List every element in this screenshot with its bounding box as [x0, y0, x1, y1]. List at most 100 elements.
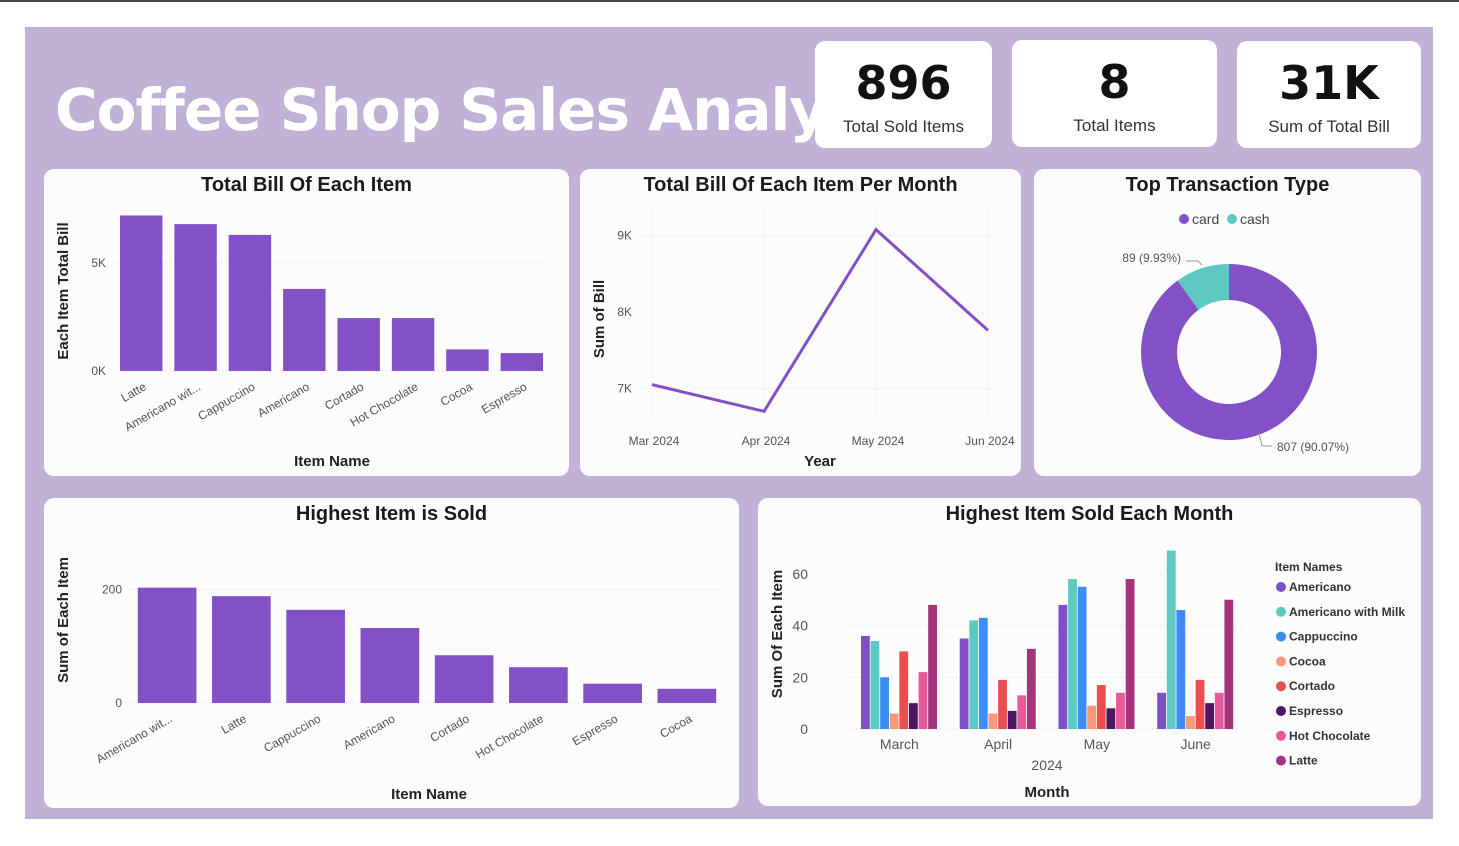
- x-tick-label: Mar 2024: [629, 434, 680, 448]
- x-tick-label: May: [1084, 736, 1110, 752]
- x-tick-label: Americano: [255, 379, 312, 420]
- x-tick-label: Americano: [341, 711, 398, 752]
- y-tick-label: 9K: [617, 229, 632, 243]
- bar: [928, 604, 937, 729]
- bar: [1176, 610, 1186, 729]
- label-leader: [1186, 260, 1203, 266]
- y-tick-label: 40: [792, 618, 808, 634]
- x-tick-label: Espresso: [479, 379, 530, 416]
- bar: [174, 224, 217, 371]
- legend-label: Espresso: [1289, 704, 1343, 718]
- chart-panel-highest-item-each-month[interactable]: Highest Item Sold Each Month 0 20 40 60 Marc…: [758, 498, 1421, 806]
- kpi-value: 31K: [1279, 56, 1379, 110]
- legend-label: Cortado: [1289, 679, 1335, 693]
- bar: [870, 641, 880, 729]
- kpi-card-total-sold-items[interactable]: 896 Total Sold Items: [815, 41, 992, 148]
- y-axis-title: Each Item Total Bill: [55, 222, 72, 359]
- bar: [918, 672, 928, 729]
- x-axis-title: Month: [1025, 784, 1070, 801]
- chart-panel-transaction-type[interactable]: Top Transaction Type card cash 89 (9.93%) 8…: [1034, 169, 1421, 476]
- legend-marker: [1276, 755, 1286, 766]
- series-line: [651, 227, 990, 414]
- chart-panel-highest-item-sold[interactable]: Highest Item is Sold 0 200 Americano wit..…: [44, 498, 739, 808]
- bar: [337, 318, 380, 371]
- bar: [1106, 708, 1116, 729]
- x-tick-label: April: [984, 736, 1012, 752]
- x-tick-label: Espresso: [570, 711, 621, 748]
- legend-marker: [1276, 582, 1286, 592]
- chart-panel-total-bill-each-item[interactable]: Total Bill Of Each Item 0K 5K Latte America…: [44, 169, 569, 476]
- y-axis-title: Sum of Each Item: [55, 557, 72, 683]
- bar: [434, 655, 494, 703]
- bar: [1058, 604, 1068, 729]
- legend-label: Americano with Milk: [1289, 605, 1405, 619]
- bar: [360, 628, 420, 703]
- bar: [969, 620, 979, 729]
- kpi-label: Total Items: [1073, 116, 1156, 135]
- data-label: 807 (90.07%): [1277, 440, 1349, 454]
- y-axis-title: Sum of Bill: [591, 280, 608, 358]
- bar: [500, 353, 544, 371]
- bar: [583, 683, 642, 703]
- legend-label: Cocoa: [1289, 654, 1326, 668]
- legend-marker: [1276, 631, 1286, 642]
- bar: [1157, 692, 1167, 729]
- bar: [1224, 599, 1234, 729]
- x-tick-label: Jun 2024: [965, 434, 1015, 448]
- bar: [1068, 579, 1077, 729]
- y-tick-label: 0: [115, 696, 122, 710]
- kpi-card-sum-total-bill[interactable]: 31K Sum of Total Bill: [1237, 41, 1421, 148]
- bar: [1116, 692, 1125, 729]
- data-label: 89 (9.93%): [1122, 251, 1181, 265]
- x-tick-label: Cappuccino: [261, 711, 323, 755]
- bar: [509, 667, 568, 703]
- x-tick-label: Latte: [119, 379, 149, 405]
- y-axis-title: Sum Of Each Item: [769, 570, 786, 698]
- bar: [657, 688, 717, 703]
- bar: [119, 215, 163, 371]
- chart-panel-total-bill-per-month[interactable]: Total Bill Of Each Item Per Month 7K 8K 9K…: [580, 169, 1021, 476]
- bar: [1026, 648, 1036, 729]
- x-axis-title: Item Name: [294, 453, 370, 470]
- x-tick-label: Cocoa: [657, 711, 694, 741]
- kpi-value: 8: [1098, 55, 1131, 109]
- bar: [1166, 550, 1176, 729]
- bar: [1087, 705, 1097, 729]
- x-tick-label: Cortado: [428, 711, 472, 745]
- legend-marker: [1276, 681, 1286, 692]
- legend-marker: [1276, 606, 1286, 617]
- y-tick-label: 0K: [91, 364, 106, 378]
- label-leader: [1258, 432, 1272, 447]
- legend-label: Hot Chocolate: [1289, 729, 1371, 743]
- bar: [860, 635, 870, 729]
- x-group-label: 2024: [1031, 757, 1062, 773]
- bar: [1125, 579, 1135, 729]
- legend-marker: [1227, 214, 1237, 224]
- bar: [889, 713, 899, 729]
- bar: [1195, 679, 1205, 729]
- kpi-card-total-items[interactable]: 8 Total Items: [1012, 40, 1217, 147]
- y-tick-label: 20: [792, 669, 808, 685]
- bar: [978, 617, 988, 729]
- bar: [959, 638, 969, 729]
- bar: [1186, 716, 1195, 729]
- top-border-line: [0, 0, 1459, 2]
- y-tick-label: 7K: [617, 381, 632, 395]
- page-title: Coffee Shop Sales Analysis: [55, 76, 913, 144]
- bar: [998, 679, 1007, 729]
- legend-marker: [1276, 656, 1286, 667]
- bar: [899, 651, 909, 729]
- bar: [988, 713, 998, 729]
- x-tick-label: Apr 2024: [742, 434, 791, 448]
- bar: [137, 587, 197, 703]
- transaction-donut-chart: card cash 89 (9.93%) 807 (90.07%): [1122, 211, 1349, 454]
- y-tick-label: 5K: [91, 256, 106, 270]
- legend-marker: [1179, 214, 1189, 224]
- kpi-value: 896: [855, 56, 952, 110]
- x-tick-label: June: [1180, 736, 1211, 752]
- x-tick-label: Cappuccino: [196, 379, 258, 423]
- x-tick-label: Hot Chocolate: [473, 711, 546, 761]
- x-axis-title: Year: [804, 453, 836, 470]
- x-tick-label: Americano wit...: [94, 711, 175, 766]
- kpi-label: Sum of Total Bill: [1268, 117, 1390, 136]
